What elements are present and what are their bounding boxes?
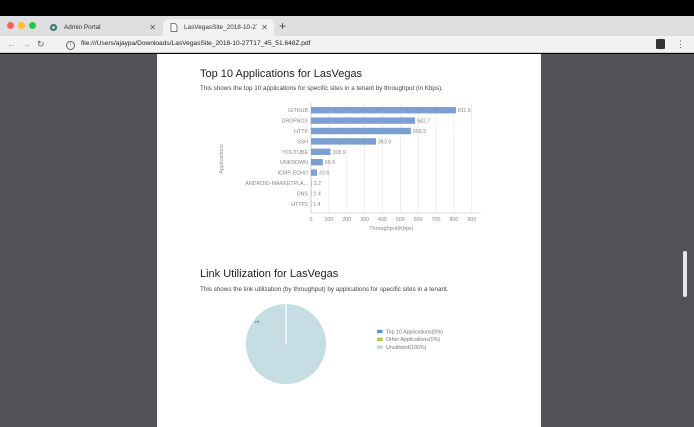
bar-category-label: ANDROID-MARKETPLA... (245, 181, 308, 187)
pdf-viewer: Top 10 Applications for LasVegas This sh… (0, 54, 694, 427)
bar-x-tick-label: 900 (467, 217, 476, 223)
bar-android-marketpla (311, 179, 312, 187)
bar-unknown (311, 159, 323, 166)
bar-value-label: 3.2 (314, 181, 321, 187)
top-apps-bar-chart: 0 100 200 300 400 500 600 700 800 900 Throughput(K… (219, 103, 481, 232)
bar-category-label: DROPBOX (282, 119, 309, 125)
section-title: Link Utilization for LasVegas (200, 268, 339, 280)
section-title: Top 10 Applications for LasVegas (200, 68, 363, 80)
bar-youtube (311, 148, 331, 155)
section-description: This shows the link utilization (by thro… (200, 286, 449, 293)
minimize-window-button[interactable] (18, 22, 25, 29)
bar-value-label: 811.6 (458, 108, 471, 114)
bar-value-label: 1.4 (313, 202, 320, 208)
close-window-button[interactable] (7, 22, 14, 29)
bar-y-axis-label: Applications (219, 144, 225, 174)
bar-github (311, 107, 456, 114)
legend-swatch (377, 337, 383, 341)
pie-slice-label: 1 (255, 320, 261, 323)
bar-x-tick-label: 300 (360, 217, 369, 223)
document-icon (169, 23, 178, 32)
bar-category-label: SSH (297, 139, 308, 145)
bar-category-label: HTTP2 (291, 202, 308, 208)
back-arrow-icon[interactable]: ← (7, 37, 16, 52)
bar-value-label: 559.5 (413, 129, 426, 135)
legend-swatch (377, 345, 383, 349)
close-icon[interactable]: ✕ (149, 23, 156, 32)
bar-x-tick-label: 500 (396, 217, 405, 223)
bar-x-axis-label: Throughput(Kbps) (369, 226, 413, 232)
info-icon[interactable]: i (66, 41, 75, 50)
tab-label: LasVegasSite_2018-10-27T17 (184, 24, 257, 31)
gear-icon (49, 23, 58, 32)
pdf-page: Top 10 Applications for LasVegas This sh… (157, 54, 541, 427)
bar-value-label: 363.9 (378, 139, 391, 145)
bar-x-tick-label: 0 (310, 217, 313, 223)
bar-value-label: 2.4 (313, 191, 320, 197)
bar-x-tick-label: 100 (324, 217, 333, 223)
legend-label: Unutilized(100%) (386, 345, 427, 351)
new-tab-button[interactable]: + (279, 19, 286, 33)
bar-category-label: GITHUB (288, 108, 308, 114)
bar-category-label: UNKNOWN (280, 160, 308, 166)
legend-swatch (377, 329, 383, 334)
bar-x-tick-label: 700 (432, 217, 441, 223)
link-utilization-pie-chart: 1 Top 10 Applications(0%) Other Applicatio… (246, 304, 443, 384)
tab-admin-portal[interactable]: Admin Portal ✕ (43, 19, 162, 36)
tab-pdf-report[interactable]: LasVegasSite_2018-10-27T17 ✕ (163, 19, 274, 36)
bar-dropbox (311, 117, 416, 124)
tab-label: Admin Portal (64, 24, 101, 31)
close-icon[interactable]: ✕ (261, 23, 268, 32)
bar-category-label: DNS (297, 191, 309, 197)
legend-label: Other Applications(0%) (386, 337, 440, 343)
bar-value-label: 33.6 (319, 171, 329, 177)
window-controls (7, 22, 36, 30)
bar-value-label: 108.9 (332, 150, 345, 156)
zoom-window-button[interactable] (29, 22, 36, 29)
bar-ssh (311, 138, 376, 145)
bar-icmp-echo (311, 169, 318, 176)
tab-strip: Admin Portal ✕ LasVegasSite_2018-10-27T1… (0, 16, 694, 36)
bar-value-label: 66.5 (325, 160, 335, 166)
bar-category-label: HTTP (294, 129, 308, 135)
reload-icon[interactable]: ↻ (37, 37, 45, 52)
url-text: file:///Users/ajaypa/Downloads/LasVegasS… (81, 40, 311, 47)
forward-arrow-icon[interactable]: → (22, 37, 31, 52)
bar-x-tick-label: 400 (378, 217, 387, 223)
bar-category-label: YOUTUBE (282, 150, 308, 156)
bar-x-tick-label: 200 (342, 217, 351, 223)
bar-x-tick-label: 600 (414, 217, 423, 223)
bar-http (311, 127, 411, 135)
extension-icon[interactable] (656, 39, 665, 49)
bar-category-label: ICMP-ECHO (278, 171, 308, 177)
bar-x-tick-label: 800 (449, 217, 458, 223)
top-black-strip (0, 0, 694, 16)
legend-label: Top 10 Applications(0%) (386, 329, 443, 335)
address-bar: ← → ↻ i file:///Users/ajaypa/Downloads/La… (0, 36, 694, 53)
url-field[interactable]: i file:///Users/ajaypa/Downloads/LasVegas… (66, 40, 310, 50)
more-menu-icon[interactable]: ⋮ (676, 38, 685, 50)
scrollbar-thumb[interactable] (683, 251, 687, 297)
section-description: This shows the top 10 applications for s… (200, 85, 443, 92)
bar-value-label: 582.7 (417, 119, 430, 125)
